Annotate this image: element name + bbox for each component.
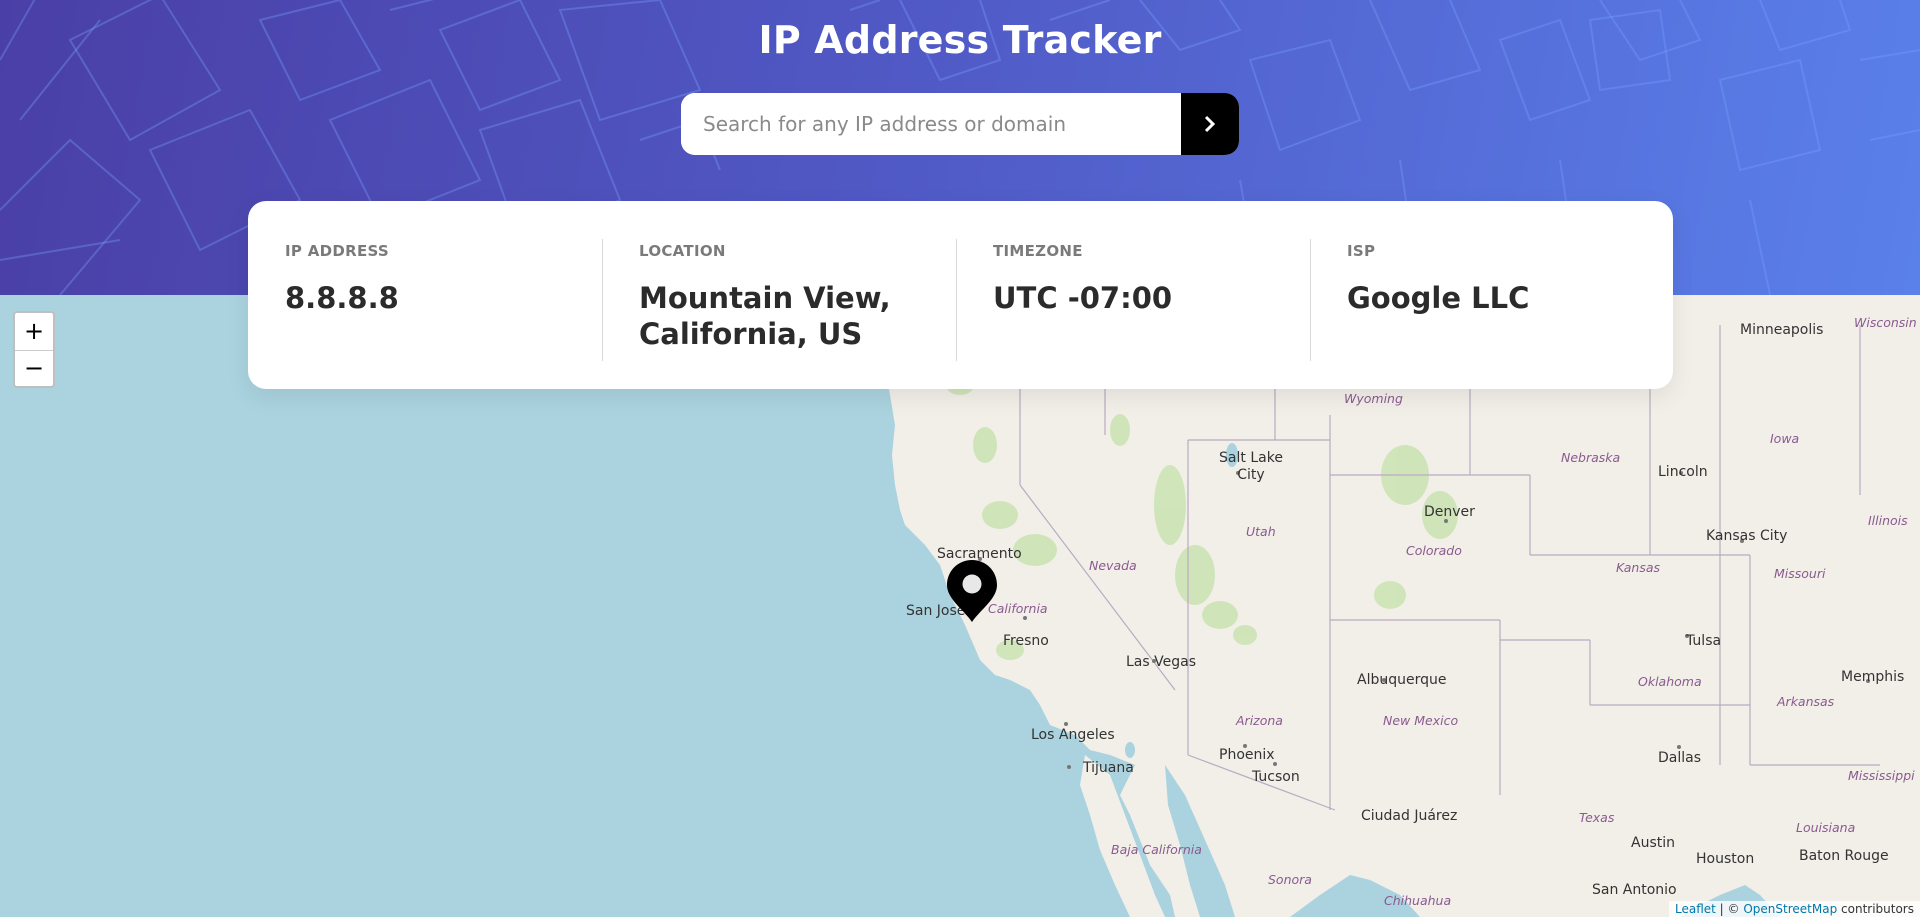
map-state-label: Colorado	[1406, 543, 1462, 558]
location-value: Mountain View, California, US	[639, 280, 936, 352]
map-city-label: Dallas	[1658, 750, 1702, 766]
chevron-right-icon	[1204, 115, 1216, 133]
zoom-out-button[interactable]: −	[15, 349, 53, 387]
map-city-label: Los Angeles	[1031, 727, 1115, 743]
search-input[interactable]	[681, 93, 1181, 155]
openstreetmap-link[interactable]: OpenStreetMap	[1743, 902, 1837, 916]
ip-info-card: IP ADDRESS 8.8.8.8 LOCATION Mountain Vie…	[248, 201, 1673, 389]
zoom-control: + −	[13, 311, 55, 388]
map-state-label: Missouri	[1774, 566, 1826, 581]
map-attribution: Leaflet | © OpenStreetMap contributors	[1669, 901, 1920, 917]
map-city-label: Memphis	[1841, 669, 1905, 685]
location-section: LOCATION Mountain View, California, US	[602, 237, 956, 361]
map-city-label: Denver	[1424, 504, 1475, 520]
map-state-label: Wyoming	[1344, 391, 1403, 406]
zoom-in-button[interactable]: +	[15, 313, 53, 350]
timezone-section: TIMEZONE UTC -07:00	[956, 237, 1310, 361]
map-city-label: Kansas City	[1706, 528, 1788, 544]
map-city-label: Phoenix	[1219, 747, 1275, 763]
map-state-label: Arizona	[1236, 713, 1283, 728]
map-city-label: Lincoln	[1658, 464, 1708, 480]
map-city-label: Ciudad Juárez	[1361, 808, 1458, 824]
map-city-label: Houston	[1696, 851, 1755, 867]
isp-label: ISP	[1347, 242, 1376, 260]
search-bar	[681, 93, 1239, 155]
map-state-label: Arkansas	[1777, 694, 1835, 709]
map-state-label: Baja California	[1111, 842, 1202, 857]
map-state-label: Texas	[1579, 810, 1615, 825]
map-state-label: Iowa	[1770, 431, 1800, 446]
map-city-label: Las Vegas	[1126, 654, 1196, 670]
ip-address-label: IP ADDRESS	[285, 242, 390, 260]
map-state-label: Illinois	[1868, 513, 1908, 528]
isp-value: Google LLC	[1347, 281, 1530, 315]
map-state-label: New Mexico	[1383, 713, 1459, 728]
attribution-suffix: contributors	[1837, 902, 1914, 916]
page-title: IP Address Tracker	[758, 18, 1162, 62]
isp-section: ISP Google LLC	[1310, 237, 1664, 361]
map-state-label: Wisconsin	[1854, 315, 1917, 330]
map-state-label: Nebraska	[1561, 450, 1621, 465]
attribution-separator: | ©	[1715, 902, 1744, 916]
search-submit-button[interactable]	[1181, 93, 1239, 155]
map-city-label: Albuquerque	[1357, 672, 1447, 688]
timezone-value: UTC -07:00	[993, 281, 1173, 315]
ip-address-value: 8.8.8.8	[285, 281, 399, 315]
map-city-label: Tijuana	[1083, 760, 1134, 776]
map-state-label: Sonora	[1268, 872, 1312, 887]
map-state-label: Kansas	[1616, 560, 1661, 575]
map-city-label: Baton Rouge	[1799, 848, 1889, 864]
map-state-label: Utah	[1246, 524, 1276, 539]
map-city-label: Tucson	[1252, 769, 1300, 785]
map-state-label: Louisiana	[1796, 820, 1856, 835]
map-state-label: Mississippi	[1848, 768, 1915, 783]
timezone-label: TIMEZONE	[993, 242, 1083, 260]
map-state-label: Oklahoma	[1638, 674, 1702, 689]
location-value-line1: Mountain View,	[639, 281, 891, 315]
map-city-label: Minneapolis	[1740, 322, 1824, 338]
map-city-label: Austin	[1631, 835, 1675, 851]
location-label: LOCATION	[639, 242, 726, 260]
leaflet-link[interactable]: Leaflet	[1675, 902, 1716, 916]
map-city-label: Fresno	[1003, 633, 1049, 649]
map-city-label: Tulsa	[1686, 633, 1722, 649]
map-state-label: Nevada	[1089, 558, 1137, 573]
map-city-label: San Antonio	[1592, 882, 1677, 898]
map-state-label: Chihuahua	[1384, 893, 1452, 908]
location-value-line2: California, US	[639, 317, 863, 351]
location-pin-icon[interactable]	[944, 558, 1000, 624]
map-city-label: Salt Lake City	[1219, 450, 1283, 483]
ip-address-section: IP ADDRESS 8.8.8.8	[248, 237, 602, 361]
